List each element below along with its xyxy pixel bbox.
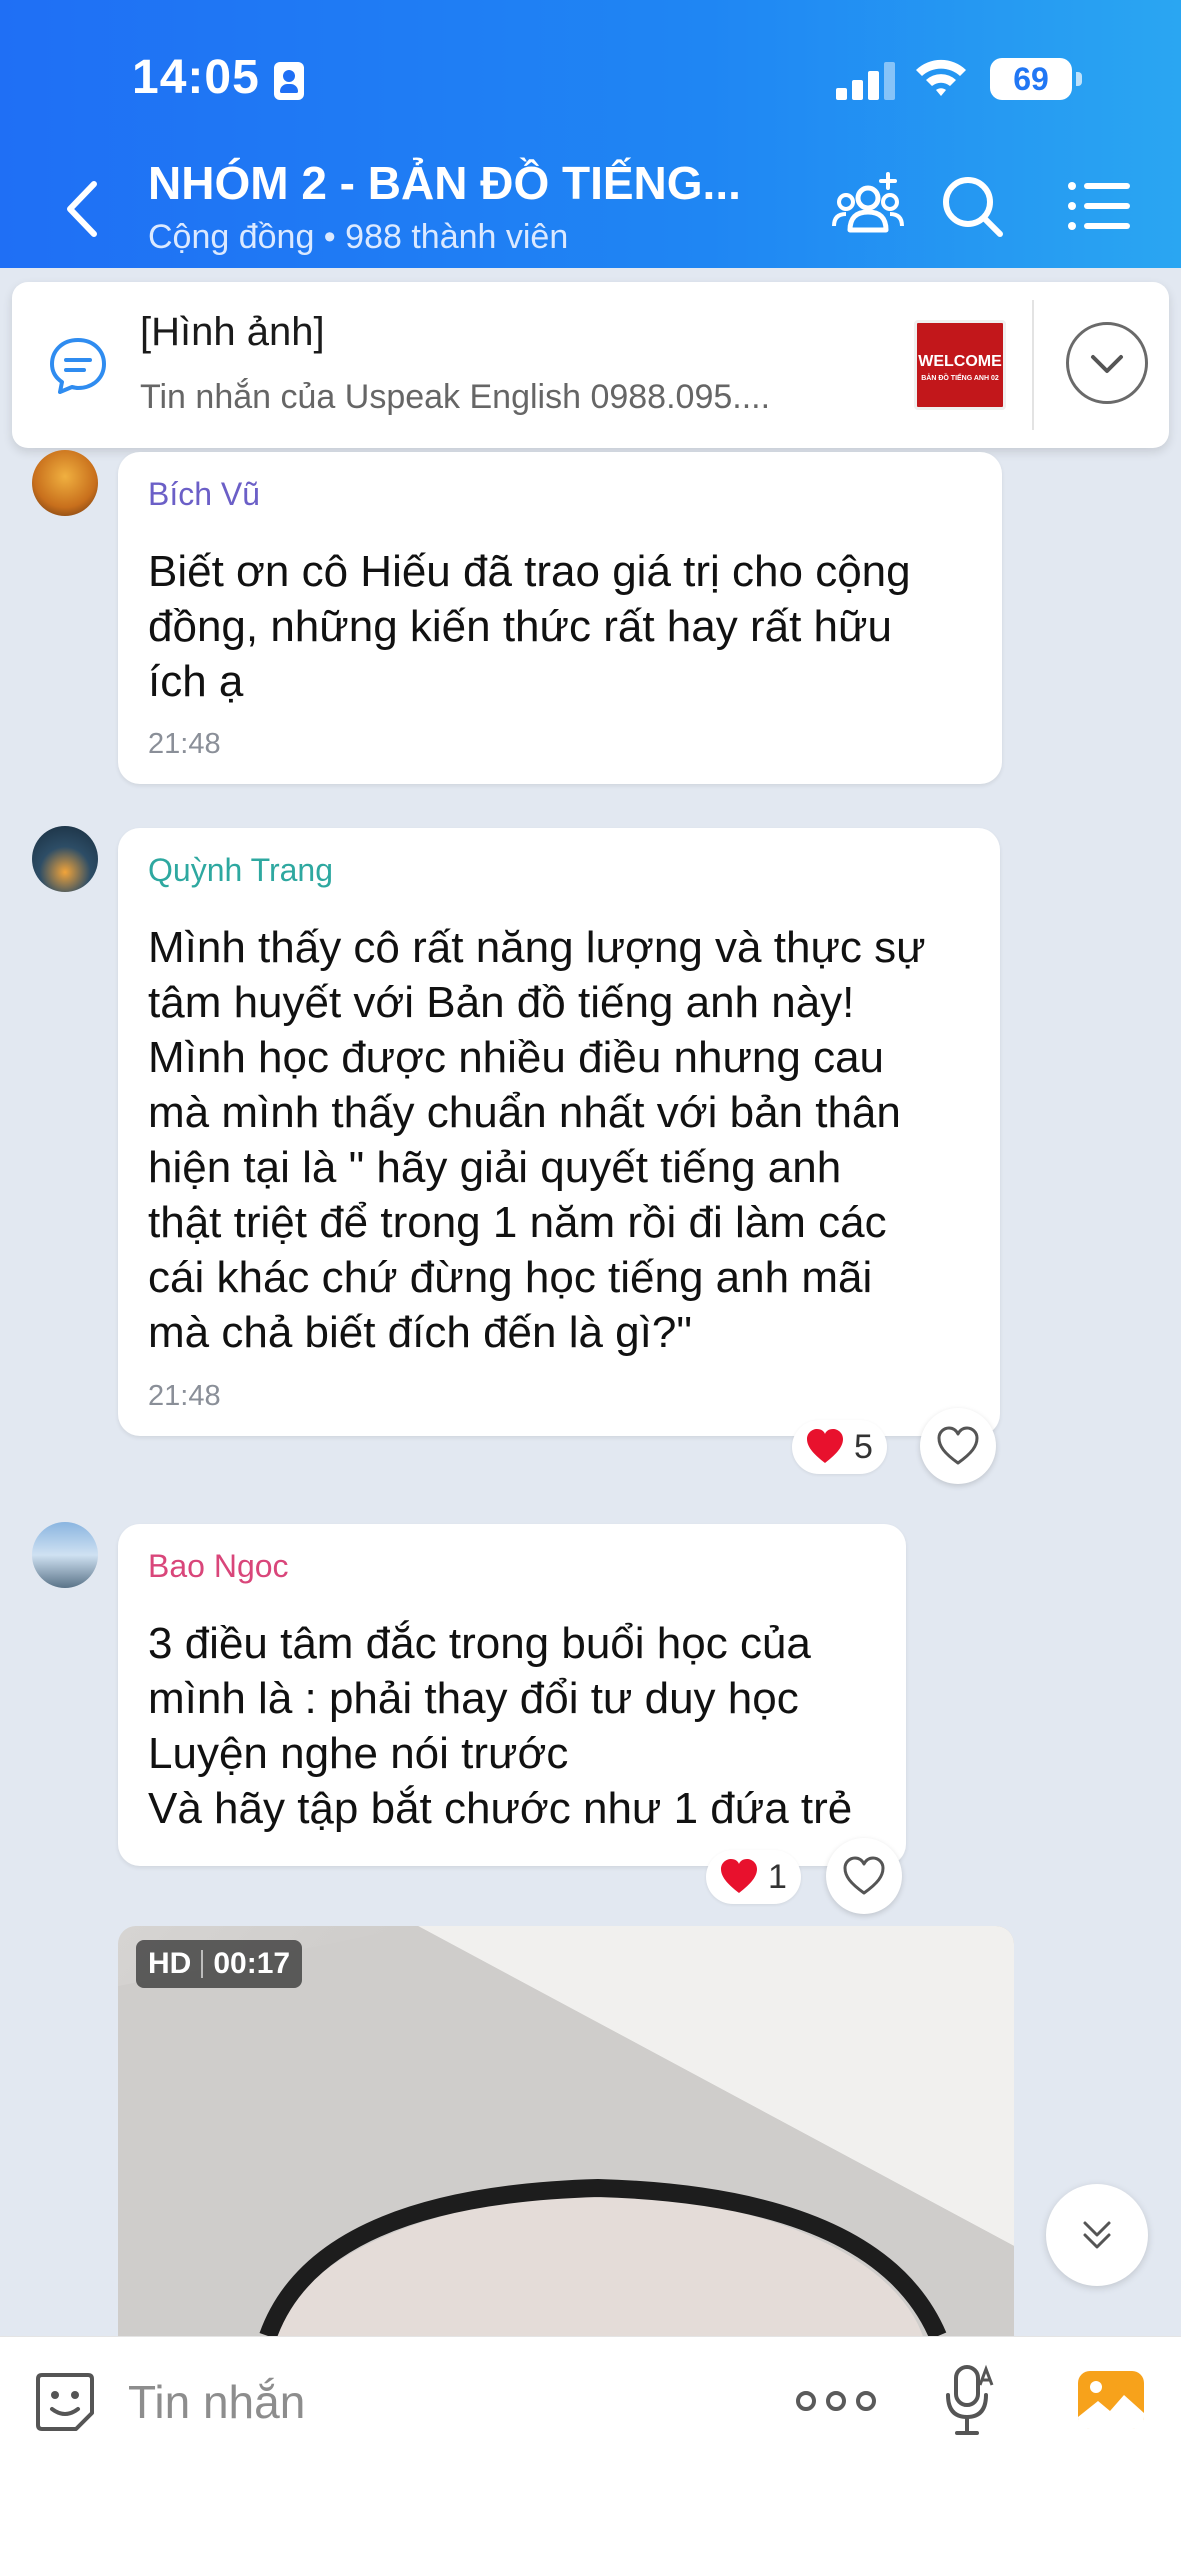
like-button[interactable] bbox=[920, 1408, 996, 1484]
avatar[interactable] bbox=[32, 1522, 98, 1588]
reaction-count: 5 bbox=[854, 1427, 873, 1466]
sticker-emoji-icon[interactable] bbox=[32, 2369, 98, 2435]
dot bbox=[856, 2391, 876, 2411]
video-quality: HD bbox=[148, 1947, 192, 1980]
avatar[interactable] bbox=[32, 826, 98, 892]
search-icon[interactable] bbox=[936, 170, 1008, 242]
message-time: 21:48 bbox=[148, 1380, 221, 1412]
back-button[interactable] bbox=[58, 178, 108, 240]
message-input[interactable] bbox=[128, 2371, 748, 2433]
message-text: 3 điều tâm đắc trong buổi học của mình l… bbox=[148, 1619, 853, 1833]
message-bubble-icon bbox=[50, 338, 106, 394]
reaction-summary[interactable]: 1 bbox=[706, 1850, 801, 1904]
dot bbox=[826, 2391, 846, 2411]
expand-pinned-button[interactable] bbox=[1066, 322, 1148, 404]
scroll-to-bottom-button[interactable] bbox=[1046, 2184, 1148, 2286]
message-bubble[interactable]: Bích Vũ Biết ơn cô Hiếu đã trao giá trị … bbox=[118, 452, 1002, 784]
wifi-icon bbox=[916, 59, 966, 96]
chat-header: 14:05 69 NHÓM 2 - BẢN ĐỒ TIẾNG... Cộng đ… bbox=[0, 0, 1181, 268]
reaction-count: 1 bbox=[768, 1857, 787, 1896]
divider bbox=[201, 1950, 204, 1978]
pinned-thumbnail-subtitle: BẢN ĐỒ TIẾNG ANH 02 bbox=[921, 375, 999, 382]
battery-indicator: 69 bbox=[990, 58, 1082, 100]
pinned-thumbnail-title: WELCOME bbox=[918, 353, 1002, 370]
image-gallery-icon[interactable] bbox=[1076, 2365, 1146, 2435]
cellular-signal-icon bbox=[836, 60, 896, 100]
pinned-message-bar[interactable]: [Hình ảnh] Tin nhắn của Uspeak English 0… bbox=[12, 282, 1169, 448]
heart-outline-icon bbox=[843, 1856, 885, 1895]
like-button[interactable] bbox=[826, 1838, 902, 1914]
status-time: 14:05 bbox=[132, 51, 260, 104]
video-duration: 00:17 bbox=[213, 1947, 291, 1980]
avatar[interactable] bbox=[32, 450, 98, 516]
sender-name[interactable]: Bích Vũ bbox=[148, 476, 260, 513]
sender-name[interactable]: Bao Ngoc bbox=[148, 1548, 289, 1585]
message-text: Biết ơn cô Hiếu đã trao giá trị cho cộng… bbox=[148, 547, 911, 706]
message-composer bbox=[0, 2336, 1181, 2560]
double-chevron-down-icon bbox=[1083, 2221, 1111, 2249]
message-text: Mình thấy cô rất năng lượng và thực sự t… bbox=[148, 923, 926, 1357]
group-title[interactable]: NHÓM 2 - BẢN ĐỒ TIẾNG... bbox=[148, 156, 741, 210]
dot bbox=[796, 2391, 816, 2411]
reaction-summary[interactable]: 5 bbox=[792, 1420, 887, 1474]
add-member-icon[interactable] bbox=[832, 170, 904, 242]
sender-name[interactable]: Quỳnh Trang bbox=[148, 852, 333, 889]
pinned-preview-text: Tin nhắn của Uspeak English 0988.095.... bbox=[140, 378, 771, 416]
message-bubble[interactable]: Bao Ngoc 3 điều tâm đắc trong buổi học c… bbox=[118, 1524, 906, 1866]
heart-icon bbox=[807, 1429, 843, 1463]
group-subtitle: Cộng đồng • 988 thành viên bbox=[148, 218, 569, 256]
heart-outline-icon bbox=[937, 1426, 979, 1465]
message-bubble[interactable]: Quỳnh Trang Mình thấy cô rất năng lượng … bbox=[118, 828, 1000, 1436]
menu-list-icon[interactable] bbox=[1062, 170, 1134, 242]
video-badge: HD 00:17 bbox=[136, 1940, 303, 1988]
contact-card-icon bbox=[274, 62, 304, 100]
heart-icon bbox=[721, 1859, 757, 1893]
pinned-thumbnail[interactable]: WELCOME BẢN ĐỒ TIẾNG ANH 02 bbox=[914, 320, 1006, 410]
message-time: 21:48 bbox=[148, 728, 221, 760]
chevron-down-icon bbox=[1091, 355, 1123, 373]
pinned-title: [Hình ảnh] bbox=[140, 310, 325, 354]
divider bbox=[1032, 300, 1034, 430]
voice-to-text-mic-icon[interactable] bbox=[942, 2363, 998, 2439]
more-options-button[interactable] bbox=[796, 2381, 876, 2421]
video-message[interactable]: HD 00:17 bbox=[118, 1926, 1014, 2336]
